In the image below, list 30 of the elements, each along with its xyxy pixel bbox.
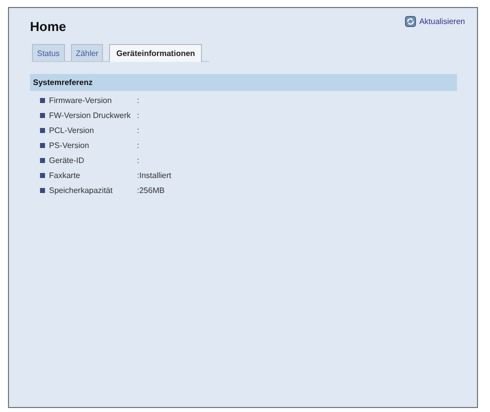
separator: :: [137, 156, 140, 165]
bullet-icon: [40, 188, 45, 193]
page-title: Home: [30, 19, 66, 34]
separator: :: [137, 111, 140, 120]
field-label: FW-Version Druckwerk: [49, 111, 132, 120]
refresh-link[interactable]: Aktualisieren: [405, 16, 465, 27]
separator: :: [137, 141, 140, 150]
separator: :: [137, 96, 140, 105]
bullet-icon: [40, 128, 45, 133]
field-label: PCL-Version: [49, 126, 95, 135]
bullet-icon: [40, 113, 45, 118]
field-label: Speicherkapazität: [49, 186, 114, 195]
section-header: Systemreferenz: [30, 74, 457, 91]
refresh-icon: [405, 16, 416, 27]
separator: :: [137, 126, 140, 135]
field-label: PS-Version: [49, 141, 90, 150]
field-value: 256MB: [139, 186, 165, 195]
bullet-icon: [40, 158, 45, 163]
separator: :: [137, 186, 140, 195]
tab[interactable]: Zähler: [70, 44, 104, 61]
tab[interactable]: Status: [32, 44, 65, 61]
tab[interactable]: Geräteinformationen: [109, 44, 202, 62]
field-label: Faxkarte: [49, 171, 82, 180]
field-label: Geräte-ID: [49, 156, 86, 165]
bullet-icon: [40, 173, 45, 178]
bullet-icon: [40, 98, 45, 103]
bullet-icon: [40, 143, 45, 148]
field-value: Installiert: [139, 171, 172, 180]
field-label: Firmware-Version: [49, 96, 113, 105]
separator: :: [137, 171, 140, 180]
